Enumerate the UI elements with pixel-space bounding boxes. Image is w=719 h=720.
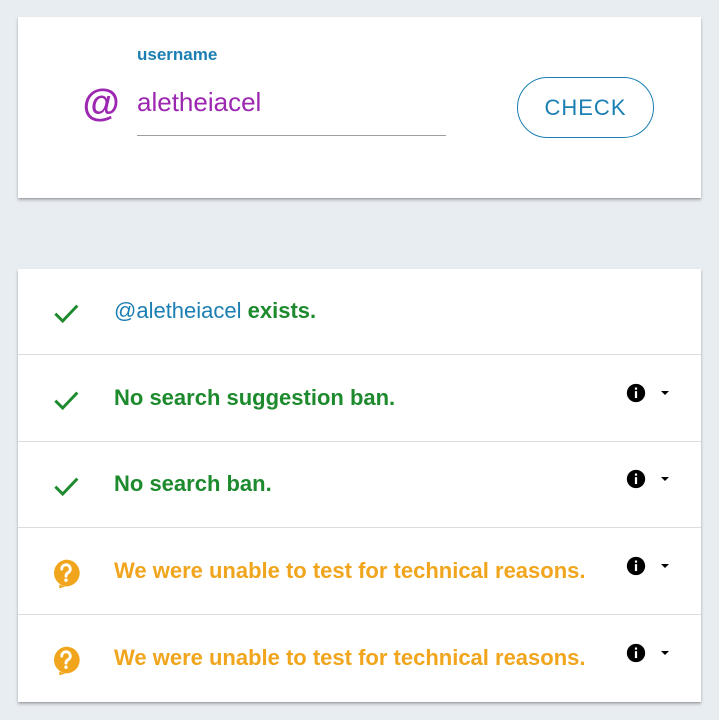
checkmark-icon	[54, 304, 79, 324]
username-input[interactable]	[137, 87, 446, 118]
results-card: @aletheiacel exists. No search suggestio…	[18, 269, 701, 702]
caret-down-icon[interactable]	[659, 562, 671, 570]
info-icon[interactable]	[625, 468, 647, 490]
result-message: No search ban.	[114, 471, 272, 496]
question-bubble-icon	[53, 559, 80, 589]
question-bubble-icon	[53, 646, 80, 676]
caret-down-icon[interactable]	[659, 475, 671, 483]
caret-down-icon[interactable]	[659, 649, 671, 657]
username-label: username	[137, 45, 218, 64]
result-row-unknown-2[interactable]: We were unable to test for technical rea…	[18, 616, 701, 702]
info-icon[interactable]	[625, 555, 647, 577]
caret-down-icon[interactable]	[659, 389, 671, 397]
username-search-card: @ username CHECK	[18, 17, 701, 198]
result-message: @aletheiacel exists.	[114, 298, 317, 323]
result-row-exists: @aletheiacel exists.	[18, 269, 701, 355]
result-row-search-ban[interactable]: No search ban.	[18, 442, 701, 528]
result-message: We were unable to test for technical rea…	[114, 645, 586, 670]
check-button[interactable]: CHECK	[517, 77, 654, 138]
info-icon[interactable]	[625, 642, 647, 664]
info-icon[interactable]	[625, 382, 647, 404]
result-row-unknown-1[interactable]: We were unable to test for technical rea…	[18, 529, 701, 615]
result-row-search-suggestion-ban[interactable]: No search suggestion ban.	[18, 356, 701, 442]
checkmark-icon	[54, 391, 79, 411]
username-mention[interactable]: @aletheiacel	[114, 298, 242, 323]
checkmark-icon	[54, 477, 79, 497]
username-input-underline	[137, 135, 446, 136]
at-sign-icon: @	[82, 83, 120, 125]
result-message: No search suggestion ban.	[114, 385, 396, 410]
result-message: We were unable to test for technical rea…	[114, 558, 586, 583]
